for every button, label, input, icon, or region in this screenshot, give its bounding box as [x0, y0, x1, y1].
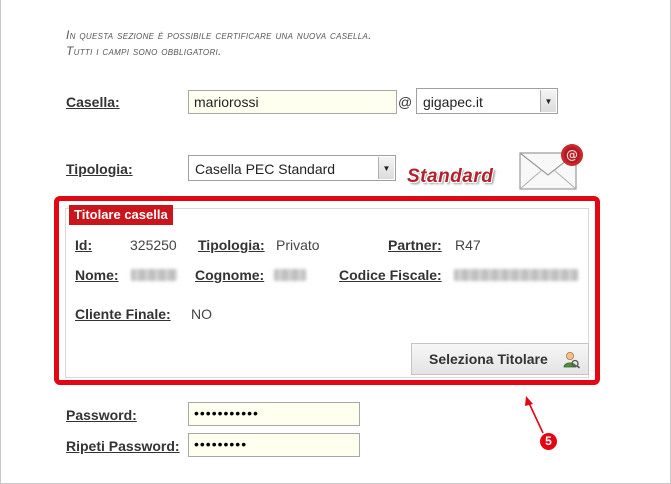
- seleziona-titolare-label: Seleziona Titolare: [429, 351, 548, 367]
- tipologia-label: Tipologia:: [66, 161, 133, 177]
- cliente-finale-label: Cliente Finale:: [75, 306, 171, 322]
- intro-line-1: In questa sezione è possibile certificar…: [66, 28, 372, 42]
- password-input[interactable]: •••••••••••: [188, 402, 360, 426]
- domain-select-value: gigapec.it: [423, 94, 483, 110]
- standard-badge: Standard: [407, 166, 494, 187]
- casella-input[interactable]: mariorossi: [188, 90, 397, 114]
- casella-label: Casella:: [66, 94, 120, 110]
- tipologia-titolare-value: Privato: [276, 237, 320, 253]
- chevron-down-icon[interactable]: ▼: [378, 157, 394, 179]
- svg-text:@: @: [566, 148, 578, 162]
- intro-line-2: Tutti i campi sono obbligatori.: [66, 44, 222, 58]
- id-value: 325250: [130, 237, 177, 253]
- intro-text: In questa sezione è possibile certificar…: [66, 27, 372, 59]
- partner-value: R47: [455, 237, 481, 253]
- callout-number: 5: [540, 433, 557, 450]
- user-search-icon: [562, 351, 581, 372]
- tipologia-select[interactable]: Casella PEC Standard ▼: [188, 155, 396, 181]
- seleziona-titolare-button[interactable]: Seleziona Titolare: [411, 343, 589, 375]
- repeat-password-label: Ripeti Password:: [66, 438, 180, 454]
- cognome-label: Cognome:: [195, 267, 265, 283]
- tipologia-select-value: Casella PEC Standard: [195, 161, 336, 177]
- nome-value-redacted: [131, 269, 177, 281]
- id-label: Id:: [75, 237, 93, 253]
- at-sign: @: [398, 94, 413, 110]
- titolare-legend: Titolare casella: [69, 205, 173, 225]
- domain-select[interactable]: gigapec.it ▼: [416, 88, 558, 114]
- cliente-finale-value: NO: [191, 306, 212, 322]
- pec-envelope-icon: @: [518, 143, 590, 196]
- nome-label: Nome:: [75, 267, 119, 283]
- repeat-password-input[interactable]: •••••••••: [188, 433, 360, 457]
- cognome-value-redacted: [274, 269, 306, 281]
- password-label: Password:: [66, 407, 137, 423]
- codice-fiscale-label: Codice Fiscale:: [339, 267, 442, 283]
- chevron-down-icon[interactable]: ▼: [540, 90, 556, 112]
- codice-fiscale-value-redacted: [454, 269, 578, 281]
- tipologia-titolare-label: Tipologia:: [198, 237, 265, 253]
- partner-label: Partner:: [388, 237, 442, 253]
